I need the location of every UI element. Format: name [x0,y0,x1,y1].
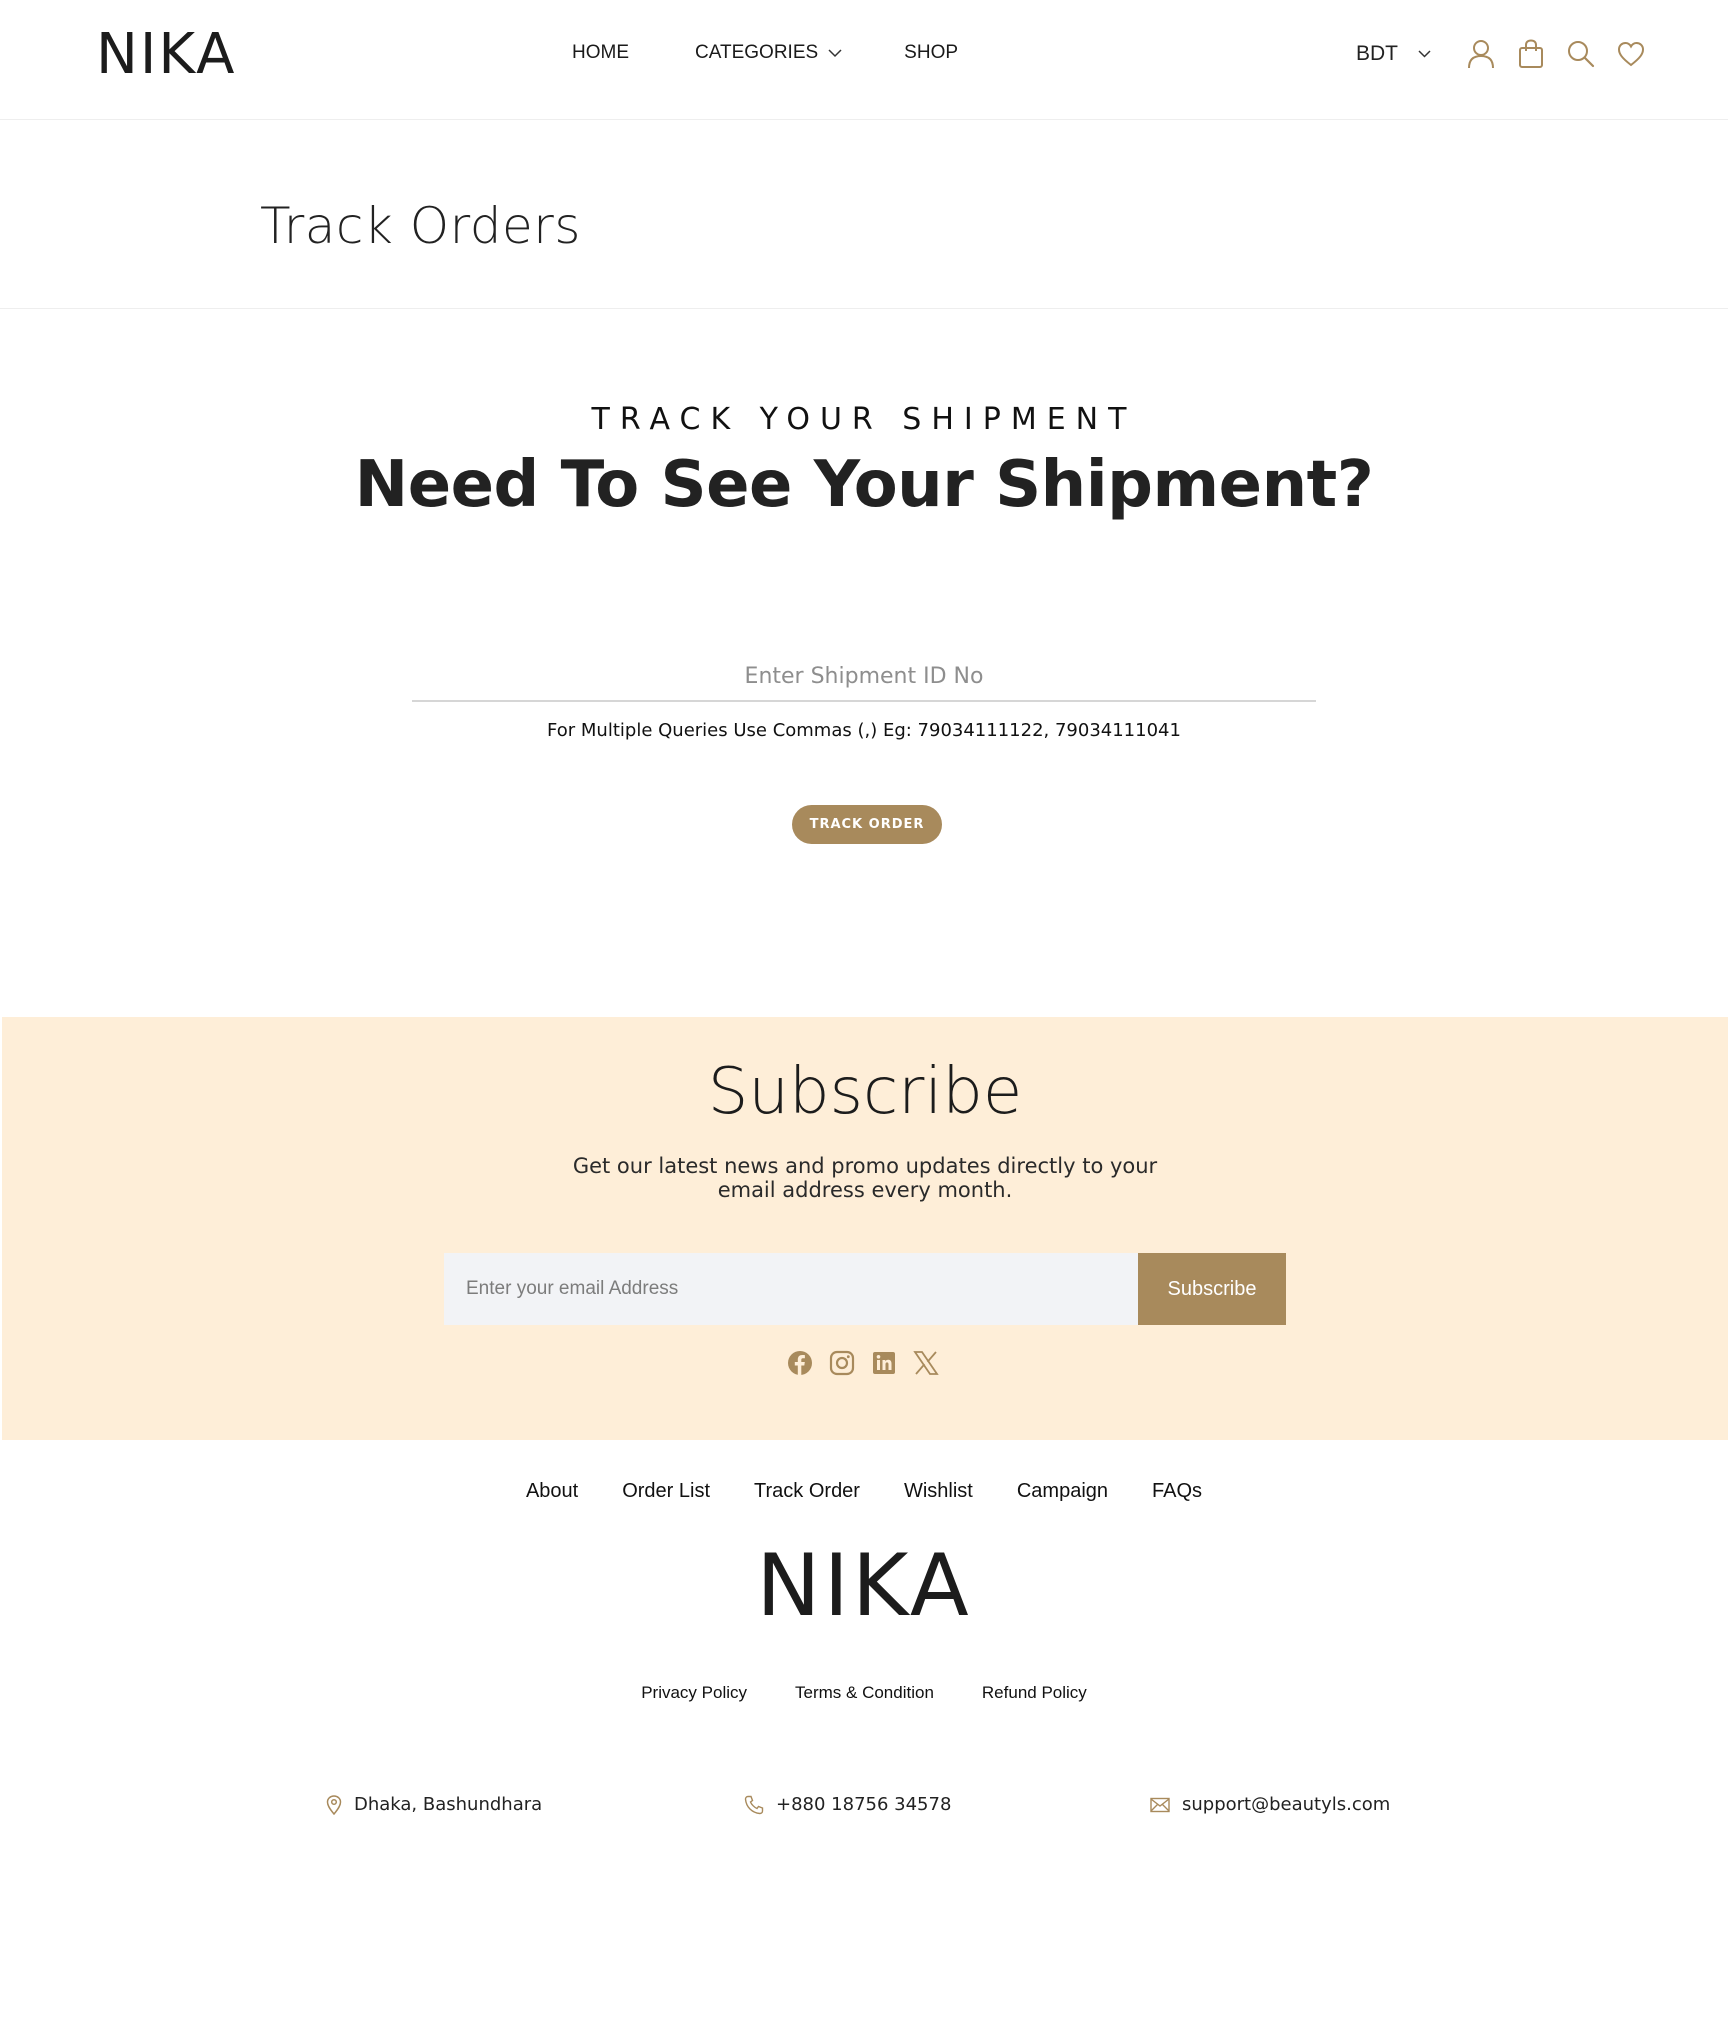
contact-email: support@beautyls.com [1150,1794,1390,1815]
location-pin-icon [326,1794,342,1815]
subscribe-description: Get our latest news and promo updates di… [2,1154,1728,1202]
instagram-icon[interactable] [828,1349,856,1377]
main-nav: HOME CATEGORIES SHOP [572,40,958,66]
privacy-policy-link[interactable]: Privacy Policy [641,1683,747,1703]
policy-links: Privacy Policy Terms & Condition Refund … [0,1683,1728,1703]
page-title-band: Track Orders [0,121,1728,309]
footer-logo[interactable]: NIKA [0,1536,1728,1636]
social-links [786,1349,954,1377]
footer-link-track-order[interactable]: Track Order [754,1480,860,1503]
subscribe-section: Subscribe Get our latest news and promo … [2,1017,1728,1440]
nav-home[interactable]: HOME [572,40,629,66]
page-title: Track Orders [260,197,581,255]
header-actions: BDT [1356,34,1661,74]
track-headline: Need To See Your Shipment? [354,448,1374,522]
subscribe-desc-line-1: Get our latest news and promo updates di… [572,1154,1158,1178]
subscribe-button[interactable]: Subscribe [1138,1253,1286,1325]
nav-categories[interactable]: CATEGORIES [695,40,842,66]
email-text[interactable]: support@beautyls.com [1182,1794,1390,1815]
currency-label: BDT [1356,42,1398,65]
mail-icon [1150,1797,1170,1812]
subscribe-desc-line-2: email address every month. [717,1178,1013,1202]
footer-link-order-list[interactable]: Order List [622,1480,710,1503]
currency-select[interactable]: BDT [1356,35,1431,73]
chevron-down-icon [1418,50,1431,58]
user-icon[interactable] [1461,34,1501,74]
phone-icon [744,1795,764,1814]
contact-address: Dhaka, Bashundhara [326,1794,542,1815]
heart-icon[interactable] [1611,34,1651,74]
x-icon[interactable] [912,1349,940,1377]
nav-shop[interactable]: SHOP [904,40,958,66]
shopping-bag-icon[interactable] [1511,34,1551,74]
footer-link-campaign[interactable]: Campaign [1017,1480,1108,1503]
email-input[interactable] [444,1253,1138,1325]
footer-link-about[interactable]: About [526,1480,578,1503]
shipment-id-input[interactable] [412,652,1316,702]
linkedin-icon[interactable] [870,1349,898,1377]
chevron-down-icon [828,48,842,57]
nav-categories-label: CATEGORIES [695,42,819,63]
facebook-icon[interactable] [786,1349,814,1377]
search-icon[interactable] [1561,34,1601,74]
terms-condition-link[interactable]: Terms & Condition [795,1683,934,1703]
subscribe-title: Subscribe [707,1055,1023,1129]
phone-text[interactable]: +880 18756 34578 [776,1794,951,1815]
shipment-hint: For Multiple Queries Use Commas (,) Eg: … [547,720,1181,741]
refund-policy-link[interactable]: Refund Policy [982,1683,1087,1703]
footer-link-wishlist[interactable]: Wishlist [904,1480,973,1503]
track-eyebrow: TRACK YOUR SHIPMENT [591,402,1137,437]
site-logo[interactable]: NIKA [96,22,236,88]
footer-link-faqs[interactable]: FAQs [1152,1480,1202,1503]
footer-nav: About Order List Track Order Wishlist Ca… [0,1480,1728,1503]
site-header: NIKA HOME CATEGORIES SHOP BDT [0,0,1728,120]
address-text: Dhaka, Bashundhara [354,1794,543,1815]
track-order-button[interactable]: TRACK ORDER [792,805,942,844]
contact-phone: +880 18756 34578 [744,1794,951,1815]
